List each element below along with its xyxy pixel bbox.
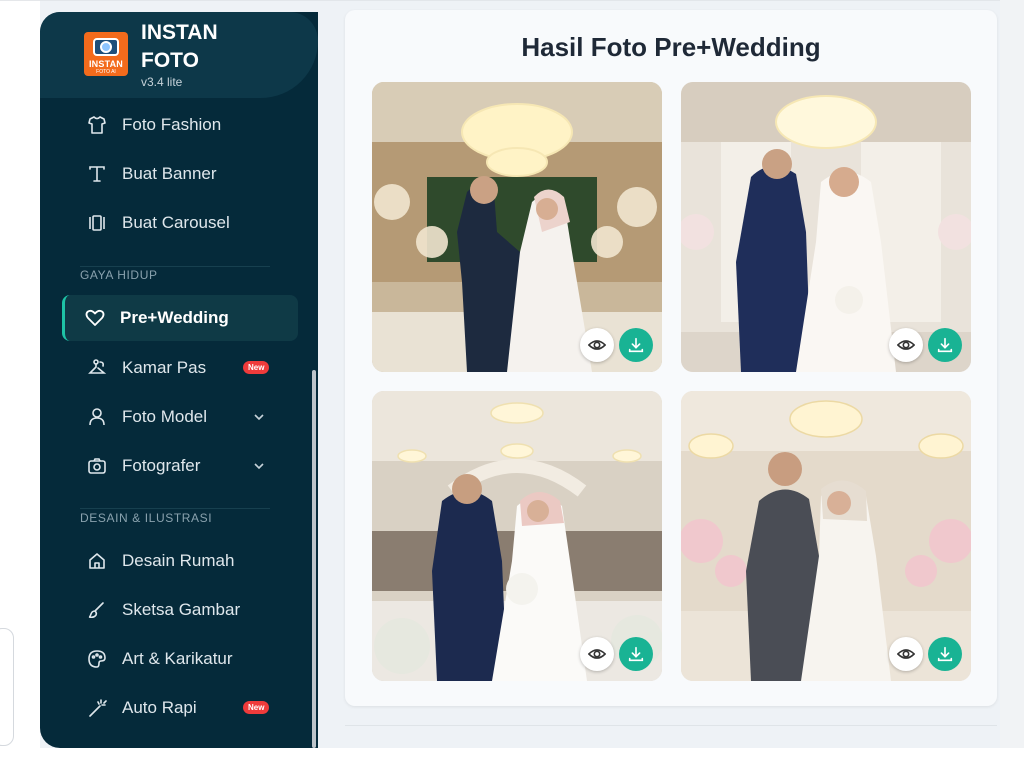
sidebar-item-buat-banner[interactable]: Buat Banner: [64, 152, 300, 196]
results-card: Hasil Foto Pre+Wedding: [345, 10, 997, 706]
eye-icon: [588, 340, 606, 350]
photo-image: [372, 391, 662, 681]
palette-icon: [86, 648, 108, 670]
download-button[interactable]: [928, 637, 962, 671]
section-divider: [80, 508, 270, 509]
eye-icon: [897, 340, 915, 350]
sidebar-item-sketsa-gambar[interactable]: Sketsa Gambar: [64, 588, 300, 632]
result-photo[interactable]: [372, 82, 662, 372]
brand-name-line1: INSTAN: [141, 21, 218, 44]
brand-logo[interactable]: INSTAN FOTO AI: [84, 32, 128, 76]
logo-subtext: FOTO AI: [96, 69, 116, 75]
new-badge: New: [243, 361, 270, 374]
sidebar-item-label: Fotografer: [122, 456, 201, 475]
heart-icon: [84, 307, 106, 329]
sidebar-item-pre-wedding[interactable]: Pre+Wedding: [62, 295, 298, 341]
eye-icon: [588, 649, 606, 659]
chevron-down-icon[interactable]: [252, 410, 266, 424]
sidebar-item-fotografer[interactable]: Fotografer: [64, 444, 300, 488]
sidebar-item-kamar-pas[interactable]: Kamar Pas New: [64, 346, 300, 390]
sidebar-item-label: Buat Carousel: [122, 213, 230, 232]
sidebar-item-label: Desain Rumah: [122, 551, 235, 570]
download-icon: [937, 337, 953, 353]
section-divider: [345, 725, 997, 726]
photo-image: [681, 391, 971, 681]
right-scroll-area: [1000, 0, 1024, 748]
page-title: Hasil Foto Pre+Wedding: [521, 32, 821, 62]
section-title-gaya-hidup: GAYA HIDUP: [80, 268, 158, 282]
result-photo[interactable]: [372, 391, 662, 681]
sidebar-item-label: Kamar Pas: [122, 358, 207, 377]
sidebar-item-label: Buat Banner: [122, 164, 217, 183]
download-icon: [628, 337, 644, 353]
download-button[interactable]: [928, 328, 962, 362]
shirt-icon: [86, 114, 108, 136]
sidebar-item-foto-model[interactable]: Foto Model: [64, 395, 300, 439]
sidebar-item-label: Art & Karikatur: [122, 649, 233, 668]
person-icon: [86, 406, 108, 428]
brand-name: INSTAN FOTO: [141, 19, 218, 75]
wand-icon: [86, 697, 108, 719]
home-icon: [86, 550, 108, 572]
sidebar-item-desain-rumah[interactable]: Desain Rumah: [64, 539, 300, 583]
view-button[interactable]: [889, 328, 923, 362]
sidebar-item-buat-carousel[interactable]: Buat Carousel: [64, 201, 300, 245]
sidebar-scrollbar[interactable]: [312, 370, 316, 748]
view-button[interactable]: [889, 637, 923, 671]
sidebar: INSTAN FOTO AI INSTAN FOTO v3.4 lite Fot…: [40, 12, 318, 748]
eye-icon: [897, 649, 915, 659]
text-icon: [86, 163, 108, 185]
section-title-desain: DESAIN & ILUSTRASI: [80, 511, 213, 525]
view-button[interactable]: [580, 637, 614, 671]
top-divider: [0, 0, 40, 1]
camera-icon: [86, 455, 108, 477]
hanger-icon: [86, 357, 108, 379]
result-photo[interactable]: [681, 82, 971, 372]
sidebar-item-label: Foto Fashion: [122, 115, 222, 134]
brush-icon: [86, 599, 108, 621]
download-button[interactable]: [619, 328, 653, 362]
chevron-down-icon[interactable]: [252, 459, 266, 473]
new-badge: New: [243, 701, 270, 714]
sidebar-item-art-karikatur[interactable]: Art & Karikatur: [64, 637, 300, 681]
sidebar-item-label: Auto Rapi: [122, 698, 197, 717]
sidebar-item-label: Sketsa Gambar: [122, 600, 241, 619]
brand-version: v3.4 lite: [141, 75, 183, 89]
photo-image: [681, 82, 971, 372]
section-divider: [80, 266, 270, 267]
result-photo[interactable]: [681, 391, 971, 681]
sidebar-item-foto-fashion[interactable]: Foto Fashion: [64, 103, 300, 147]
download-icon: [937, 646, 953, 662]
photo-image: [372, 82, 662, 372]
logo-text: INSTAN: [88, 59, 124, 69]
download-icon: [628, 646, 644, 662]
brand-name-line2: FOTO: [141, 49, 199, 72]
side-panel-edge: [0, 628, 14, 746]
sidebar-item-label: Foto Model: [122, 407, 208, 426]
sidebar-item-auto-rapi[interactable]: Auto Rapi New: [64, 686, 300, 730]
carousel-icon: [86, 212, 108, 234]
lens-icon: [100, 41, 112, 53]
download-button[interactable]: [619, 637, 653, 671]
view-button[interactable]: [580, 328, 614, 362]
sidebar-item-label: Pre+Wedding: [120, 308, 229, 327]
